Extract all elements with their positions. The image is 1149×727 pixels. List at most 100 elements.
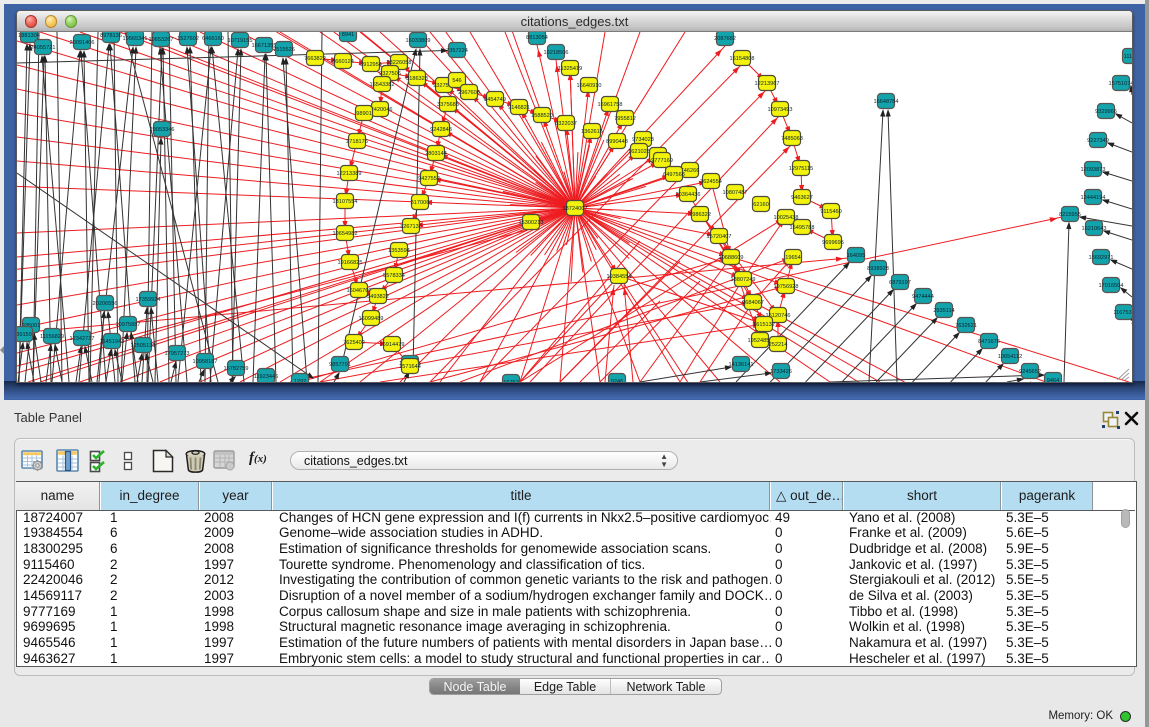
svg-text:16543382: 16543382 [370,82,395,88]
svg-text:10958187: 10958187 [193,359,218,365]
svg-text:9246: 9246 [611,379,623,382]
svg-text:12505135: 12505135 [131,343,156,349]
svg-text:9427552: 9427552 [418,176,440,182]
svg-text:6497568: 6497568 [663,172,685,178]
svg-text:16752: 16752 [503,380,519,382]
svg-text:12342737: 12342737 [70,336,95,342]
svg-text:8813054: 8813054 [526,35,548,41]
svg-text:10807487: 10807487 [723,190,748,196]
svg-text:11174: 11174 [1124,54,1132,60]
svg-text:17957273: 17957273 [165,351,190,357]
svg-text:10653267: 10653267 [149,37,174,43]
svg-text:14136141: 14136141 [729,362,754,368]
svg-text:1881304: 1881304 [18,33,40,39]
svg-text:9115460: 9115460 [820,209,841,215]
svg-text:20206556: 20206556 [93,301,118,307]
svg-text:19654: 19654 [785,255,801,261]
svg-text:15720407: 15720407 [707,234,732,240]
svg-text:9777169: 9777169 [651,158,673,164]
svg-text:11325419: 11325419 [558,66,582,72]
svg-text:98901: 98901 [356,111,372,117]
svg-text:8186328: 8186328 [406,76,428,82]
svg-text:20091406: 20091406 [70,40,95,46]
svg-text:16648784: 16648784 [874,99,899,105]
svg-text:9242848: 9242848 [430,127,452,133]
svg-text:19384554: 19384554 [607,274,632,280]
svg-text:9734028: 9734028 [632,137,654,143]
svg-text:1733426: 1733426 [770,369,792,375]
svg-text:9227349: 9227349 [1087,138,1109,144]
svg-text:2967608: 2967608 [458,90,480,96]
svg-text:9474444: 9474444 [912,294,934,300]
svg-text:9146821: 9146821 [508,105,530,111]
svg-text:8471676: 8471676 [978,339,1000,345]
svg-text:10654112: 10654112 [998,354,1022,360]
svg-text:12213389: 12213389 [337,171,362,177]
svg-text:1362615: 1362615 [581,129,603,135]
svg-text:19218506: 19218506 [544,50,569,56]
svg-text:16640910: 16640910 [577,83,602,89]
svg-text:8660124: 8660124 [332,59,354,65]
svg-text:1527602: 1527602 [177,36,199,42]
svg-text:10719155: 10719155 [228,38,253,44]
svg-text:8938928: 8938928 [867,266,889,272]
svg-text:5493822: 5493822 [367,294,389,300]
svg-text:16961758: 16961758 [598,102,623,108]
svg-text:19166825: 19166825 [338,260,363,266]
svg-text:15300213: 15300213 [519,220,544,226]
svg-text:7515526: 7515526 [273,47,295,53]
svg-text:16914479: 16914479 [380,342,405,348]
svg-text:7485063: 7485063 [781,136,803,142]
svg-text:17359924: 17359924 [136,297,161,303]
svg-text:29053346: 29053346 [150,127,175,133]
svg-text:8454749: 8454749 [484,97,506,103]
svg-text:1615132: 1615132 [753,322,775,328]
svg-text:24055721: 24055721 [31,45,56,51]
svg-text:16210643: 16210643 [1082,226,1107,232]
svg-text:20364436: 20364436 [676,192,701,198]
svg-text:9684067: 9684067 [742,300,764,306]
svg-text:11923446: 11923446 [254,374,278,380]
svg-text:1292: 1292 [294,379,306,382]
svg-text:19565341: 19565341 [123,36,148,42]
svg-text:2803144: 2803144 [425,151,447,157]
svg-text:2718176: 2718176 [346,139,368,145]
svg-text:11451943: 11451943 [100,339,124,345]
svg-text:7986322: 7986322 [689,212,711,218]
svg-text:18807249: 18807249 [731,277,756,283]
svg-text:10973493: 10973493 [768,107,793,113]
svg-text:19756928: 19756928 [774,284,799,290]
svg-text:16495788: 16495788 [790,225,815,231]
svg-text:7357224: 7357224 [446,48,468,54]
svg-text:164095: 164095 [847,253,866,259]
svg-text:15692971: 15692971 [1089,255,1114,261]
svg-text:3267130: 3267130 [400,224,422,230]
svg-text:11156829: 11156829 [40,334,64,340]
svg-text:16099489: 16099489 [359,316,384,322]
svg-text:7955812: 7955812 [614,116,636,122]
svg-text:9464: 9464 [1047,378,1059,382]
svg-text:7632621: 7632621 [955,323,977,329]
svg-text:1167531: 1167531 [1113,310,1132,316]
svg-text:8990448: 8990448 [606,139,628,145]
svg-text:16033809: 16033809 [406,38,431,44]
svg-text:12444194: 12444194 [1081,195,1106,201]
svg-text:3624554: 3624554 [700,179,722,185]
svg-text:317006: 317006 [411,200,430,206]
svg-text:2935114: 2935114 [933,308,954,314]
svg-text:62160: 62160 [753,202,769,208]
svg-text:9699695: 9699695 [822,240,844,246]
svg-text:9329966: 9329966 [1095,109,1117,115]
svg-text:15751074: 15751074 [1109,81,1132,87]
svg-text:9245652: 9245652 [1019,369,1041,375]
svg-text:546: 546 [452,78,461,84]
svg-text:8978136: 8978136 [100,33,122,39]
svg-text:9857791: 9857791 [329,362,351,368]
svg-text:18107554: 18107554 [333,199,358,205]
svg-text:17016504: 17016504 [1099,283,1124,289]
svg-text:6466160: 6466160 [202,36,224,42]
svg-text:8215955: 8215955 [1059,212,1081,218]
svg-text:9463627: 9463627 [791,195,813,201]
svg-text:16782759: 16782759 [224,366,249,372]
svg-text:5578334: 5578334 [383,273,405,279]
